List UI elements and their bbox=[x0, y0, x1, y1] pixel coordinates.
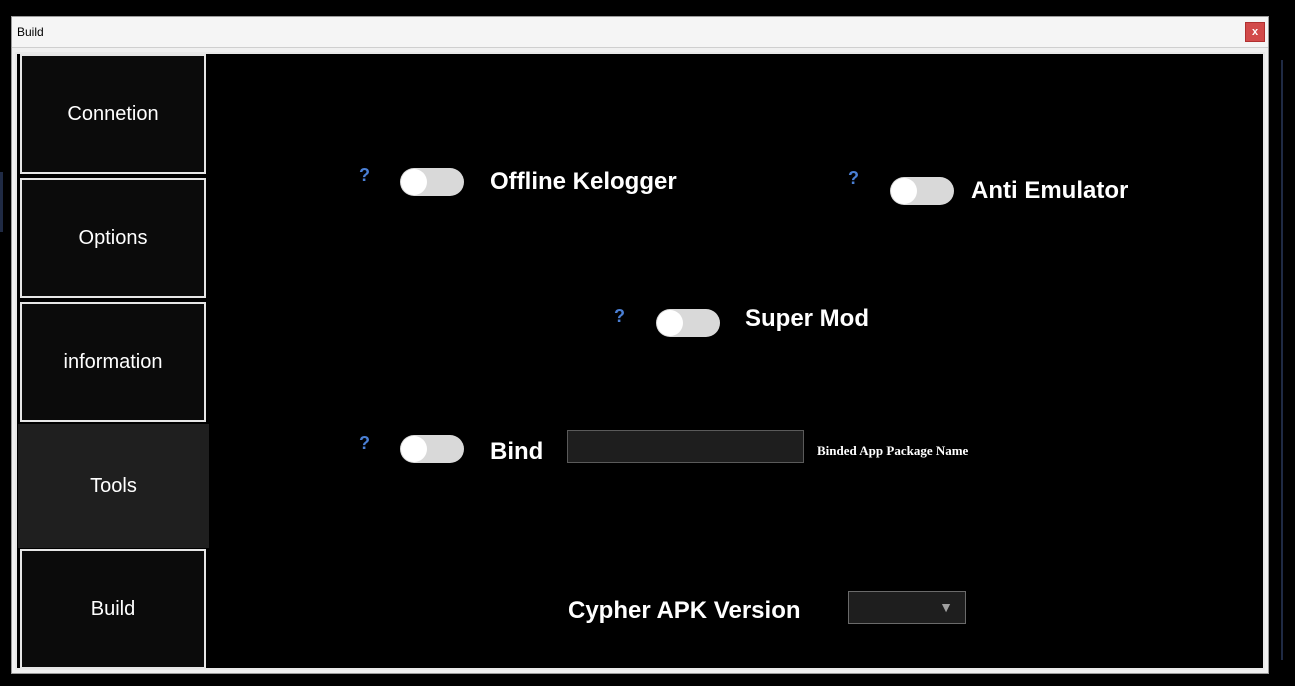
nav-button-options[interactable]: Options bbox=[20, 178, 206, 298]
nav-label: Tools bbox=[90, 474, 137, 497]
apk-version-label: Cypher APK Version bbox=[568, 597, 801, 624]
title-bar[interactable]: Build x bbox=[12, 17, 1268, 48]
nav-button-build[interactable]: Build bbox=[20, 549, 206, 669]
nav-label: Connetion bbox=[67, 102, 159, 125]
bind-package-caption: Binded App Package Name bbox=[817, 443, 969, 458]
offline-keylogger-label: Offline Kelogger bbox=[490, 168, 677, 195]
nav-button-information[interactable]: information bbox=[20, 302, 206, 422]
nav-button-tools[interactable]: Tools bbox=[18, 424, 209, 548]
toggle-knob bbox=[891, 178, 917, 204]
sidebar-nav: Connetion Options information Tools Buil… bbox=[17, 54, 209, 669]
background-window-edge bbox=[1281, 60, 1283, 660]
triangle-down-icon: ▼ bbox=[939, 599, 953, 615]
nav-label: Build bbox=[90, 597, 136, 620]
tools-panel: ? Offline Kelogger ? Anti Emulator ? Sup… bbox=[209, 54, 1263, 668]
nav-button-connection[interactable]: Connetion bbox=[20, 54, 206, 174]
help-icon-anti-emulator[interactable]: ? bbox=[848, 168, 859, 189]
nav-label: Options bbox=[78, 226, 148, 249]
toggle-knob bbox=[657, 310, 683, 336]
toggle-knob bbox=[401, 169, 427, 195]
close-button[interactable]: x bbox=[1245, 22, 1265, 42]
background-window-edge bbox=[0, 172, 3, 232]
window-title: Build bbox=[17, 25, 44, 39]
super-mod-label: Super Mod bbox=[745, 305, 869, 332]
window-client-area: Connetion Options information Tools Buil… bbox=[15, 52, 1265, 670]
help-icon-bind[interactable]: ? bbox=[359, 433, 370, 454]
apk-version-select[interactable]: ▼ bbox=[848, 591, 966, 624]
help-icon-super-mod[interactable]: ? bbox=[614, 306, 625, 327]
super-mod-toggle[interactable] bbox=[656, 309, 720, 337]
help-icon-offline-keylogger[interactable]: ? bbox=[359, 165, 370, 186]
anti-emulator-toggle[interactable] bbox=[890, 177, 954, 205]
nav-label: information bbox=[63, 350, 163, 373]
anti-emulator-label: Anti Emulator bbox=[971, 177, 1129, 204]
toggle-knob bbox=[401, 436, 427, 462]
desktop-background: Build x Connetion Options information To… bbox=[0, 0, 1295, 686]
bind-label: Bind bbox=[490, 438, 544, 465]
bind-toggle[interactable] bbox=[400, 435, 464, 463]
build-window: Build x Connetion Options information To… bbox=[11, 16, 1269, 674]
offline-keylogger-toggle[interactable] bbox=[400, 168, 464, 196]
bind-package-input[interactable] bbox=[567, 430, 804, 463]
